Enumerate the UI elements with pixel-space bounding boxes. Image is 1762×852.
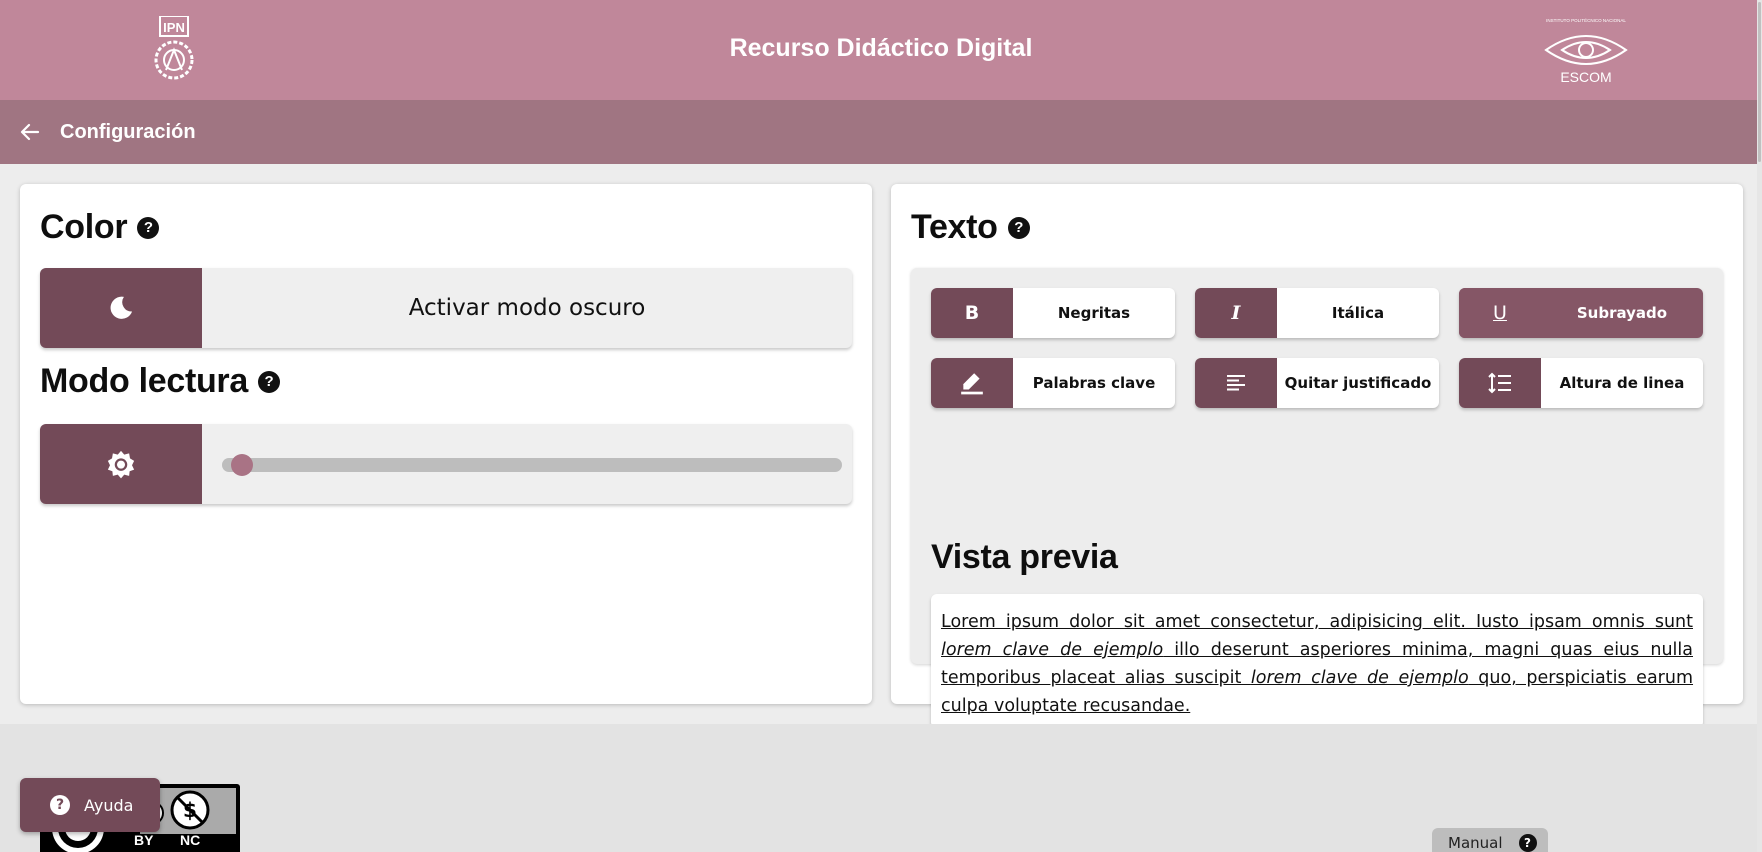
text-settings-card: Texto ? B Negritas I Itálica U Subrayado [891, 184, 1743, 728]
config-toolbar: Configuración [0, 100, 1762, 164]
text-title-text: Texto [911, 208, 998, 246]
preview-text-part1: Lorem ipsum dolor sit amet consectetur, … [941, 612, 1693, 632]
line-height-tool-label: Altura de linea [1559, 374, 1685, 392]
escom-logo-small-text: INSTITUTO POLITÉCNICO NACIONAL [1546, 17, 1626, 23]
arrow-left-icon [20, 123, 40, 141]
italic-tool-button[interactable]: I Itálica [1195, 288, 1439, 338]
reading-mode-control [40, 424, 852, 504]
cc-nc-label: NC [180, 832, 201, 848]
dark-mode-toggle[interactable]: Activar modo oscuro [40, 268, 852, 348]
unjustify-tool-label: Quitar justificado [1284, 374, 1432, 392]
text-help-icon[interactable]: ? [1007, 216, 1030, 239]
underline-tool-button[interactable]: U Subrayado [1459, 288, 1703, 338]
moon-icon [110, 296, 133, 319]
underline-icon: U [1459, 288, 1541, 338]
manual-help-icon: ? [1518, 834, 1537, 852]
text-section-title: Texto ? [911, 208, 1030, 247]
reading-slider-thumb[interactable] [231, 454, 253, 476]
color-section-title: Color ? [40, 208, 160, 247]
preview-text: Lorem ipsum dolor sit amet consectetur, … [931, 594, 1703, 728]
italic-tool-label: Itálica [1331, 304, 1385, 322]
manual-button-label: Manual [1448, 834, 1503, 852]
highlighter-icon [931, 358, 1013, 408]
help-button[interactable]: ? Ayuda [20, 778, 160, 832]
escom-logo-text: ESCOM [1560, 69, 1611, 84]
brightness-icon-box [40, 424, 202, 504]
reading-section-title: Modo lectura ? [40, 362, 280, 401]
dark-mode-label: Activar modo oscuro [408, 295, 646, 321]
color-reading-card: Color ? Activar modo oscuro Modo lectura… [20, 184, 872, 704]
brightness-icon [107, 450, 135, 479]
italic-icon: I [1195, 288, 1277, 338]
preview-keyword-1: lorem clave de ejemplo [941, 640, 1164, 660]
escom-logo-icon: INSTITUTO POLITÉCNICO NACIONAL ESCOM [1540, 16, 1632, 85]
unjustify-tool-button[interactable]: Quitar justificado [1195, 358, 1439, 408]
line-height-icon [1459, 358, 1541, 408]
site-title: Recurso Didáctico Digital [729, 34, 1033, 62]
help-circle-icon: ? [50, 795, 70, 815]
bold-tool-button[interactable]: B Negritas [931, 288, 1175, 338]
preview-keyword-2: lorem clave de ejemplo [1250, 668, 1469, 688]
keywords-tool-button[interactable]: Palabras clave [931, 358, 1175, 408]
svg-text:$: $ [183, 798, 197, 822]
reading-slider-track[interactable] [222, 458, 842, 472]
reading-help-icon[interactable]: ? [257, 370, 280, 393]
text-tools-panel: B Negritas I Itálica U Subrayado Palabra… [911, 268, 1723, 728]
keywords-tool-label: Palabras clave [1032, 374, 1156, 392]
top-header: IPN Recurso Didáctico Digital INSTITUTO … [0, 0, 1762, 100]
color-title-text: Color [40, 208, 128, 246]
svg-text:IPN: IPN [163, 20, 185, 35]
non-commercial-icon: $ [170, 790, 210, 830]
line-height-tool-button[interactable]: Altura de linea [1459, 358, 1703, 408]
bold-tool-label: Negritas [1057, 304, 1131, 322]
manual-button[interactable]: Manual ? [1432, 828, 1548, 852]
preview-title: Vista previa [931, 538, 1118, 576]
dark-mode-icon-box [40, 268, 202, 348]
underline-tool-label: Subrayado [1576, 304, 1668, 322]
help-button-label: Ayuda [84, 795, 134, 815]
bold-icon: B [931, 288, 1013, 338]
reading-title-text: Modo lectura [40, 362, 248, 400]
align-left-icon [1195, 358, 1277, 408]
page-title: Configuración [60, 121, 196, 143]
color-help-icon[interactable]: ? [137, 216, 160, 239]
cc-by-label: BY [134, 832, 154, 848]
page-scrollbar-thumb[interactable] [1758, 2, 1761, 162]
back-button[interactable] [16, 118, 44, 146]
